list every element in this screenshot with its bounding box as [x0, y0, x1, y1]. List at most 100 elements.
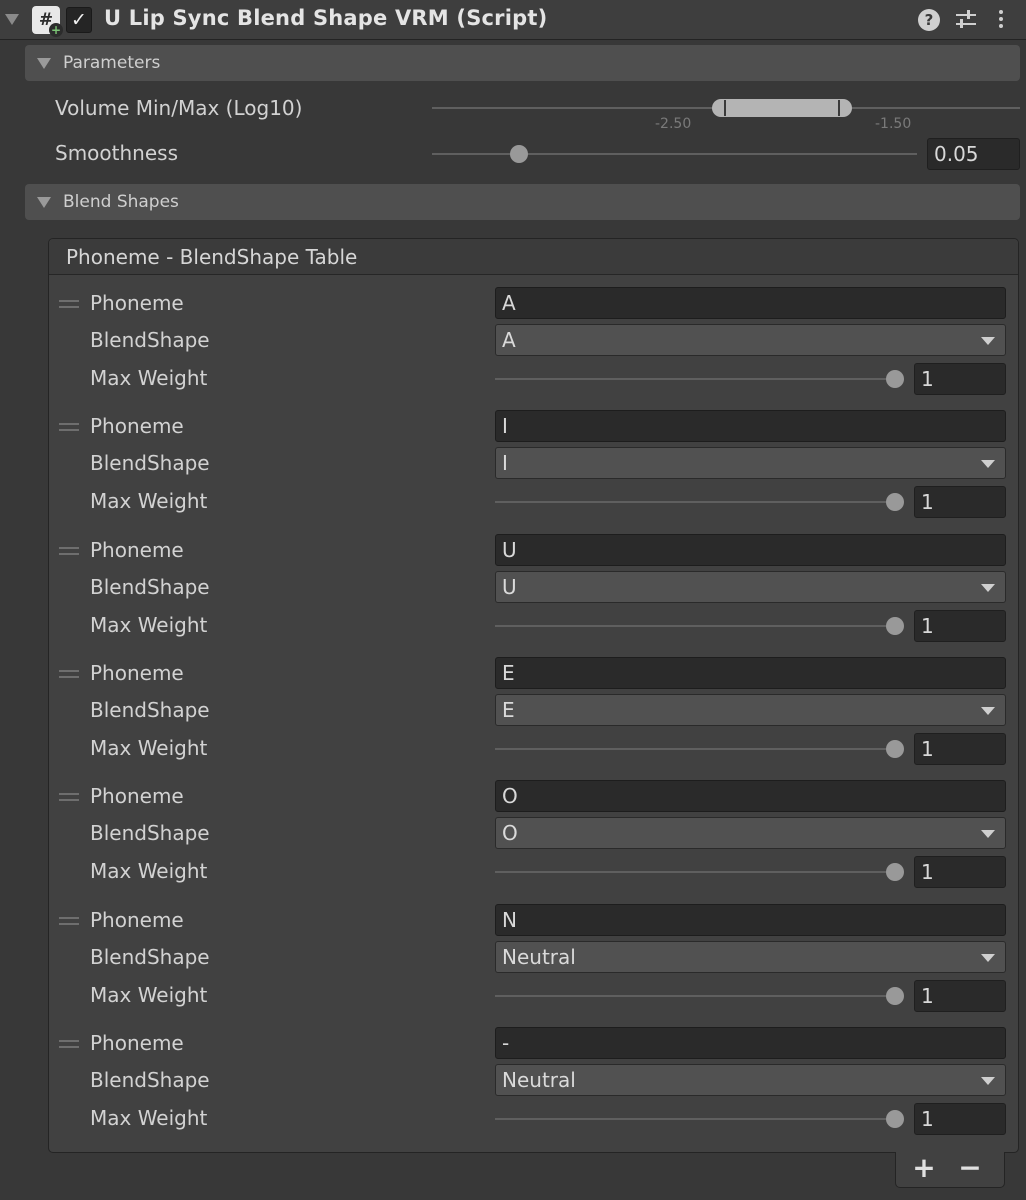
max-weight-label: Max Weight: [90, 735, 208, 760]
parameters-label: Parameters: [63, 53, 161, 73]
blendshape-label: BlendShape: [90, 697, 210, 722]
chevron-down-icon: [981, 460, 995, 469]
chevron-down-icon: [981, 706, 995, 715]
phoneme-label: Phoneme: [90, 907, 184, 932]
parameters-foldout[interactable]: Parameters: [25, 45, 1020, 81]
smoothness-field[interactable]: 0.05: [927, 138, 1020, 170]
max-weight-knob[interactable]: [886, 739, 904, 758]
blendshape-value: O: [502, 821, 518, 846]
max-weight-knob[interactable]: [886, 1109, 904, 1128]
max-weight-field[interactable]: 1: [914, 486, 1006, 519]
phoneme-label: Phoneme: [90, 537, 184, 562]
drag-handle-icon[interactable]: [59, 793, 79, 802]
blendshape-dropdown[interactable]: E: [495, 693, 1006, 726]
phoneme-input[interactable]: A: [495, 287, 1006, 319]
volume-min-value: -2.50: [655, 116, 692, 132]
phoneme-table: Phoneme - BlendShape Table Phoneme A Blend…: [48, 238, 1019, 1153]
table-title: Phoneme - BlendShape Table: [66, 245, 358, 269]
drag-handle-icon[interactable]: [59, 916, 79, 925]
chevron-down-icon: [981, 830, 995, 839]
blendshape-dropdown[interactable]: A: [495, 324, 1006, 356]
chevron-down-icon: [981, 583, 995, 592]
enabled-checkbox[interactable]: ✓: [66, 7, 92, 33]
add-entry-button[interactable]: +: [906, 1153, 942, 1185]
max-weight-track[interactable]: [495, 501, 895, 504]
volume-max-value: -1.50: [875, 116, 912, 132]
drag-handle-icon[interactable]: [59, 546, 79, 555]
drag-handle-icon[interactable]: [59, 669, 79, 678]
max-weight-track[interactable]: [495, 378, 895, 380]
smoothness-track[interactable]: [432, 153, 917, 155]
blendshape-label: BlendShape: [90, 1067, 210, 1092]
phoneme-input[interactable]: N: [495, 903, 1006, 936]
blend-shapes-foldout[interactable]: Blend Shapes: [25, 184, 1020, 220]
max-weight-field[interactable]: 1: [914, 979, 1006, 1012]
table-row: Phoneme U BlendShape U Max Weight 1: [49, 533, 1018, 644]
phoneme-label: Phoneme: [90, 784, 184, 809]
blendshape-value: I: [502, 451, 508, 476]
max-weight-track[interactable]: [495, 624, 895, 627]
phoneme-label: Phoneme: [90, 1030, 184, 1055]
max-weight-track[interactable]: [495, 1117, 895, 1120]
max-weight-field[interactable]: 1: [914, 856, 1006, 889]
table-row: Phoneme N BlendShape Neutral Max Weight 1: [49, 903, 1018, 1014]
volume-minmax-thumb[interactable]: [712, 99, 852, 117]
table-row: Phoneme E BlendShape E Max Weight 1: [49, 656, 1018, 767]
max-weight-label: Max Weight: [90, 1105, 208, 1130]
max-weight-track[interactable]: [495, 994, 895, 997]
blendshape-dropdown[interactable]: U: [495, 570, 1006, 603]
drag-handle-icon[interactable]: [59, 423, 79, 432]
blend-shapes-label: Blend Shapes: [63, 192, 179, 212]
blendshape-value: Neutral: [502, 1067, 576, 1092]
drag-handle-icon[interactable]: [59, 1039, 79, 1048]
drag-handle-icon[interactable]: [59, 300, 79, 308]
blendshape-dropdown[interactable]: O: [495, 817, 1006, 850]
max-weight-label: Max Weight: [90, 366, 208, 390]
max-weight-knob[interactable]: [886, 616, 904, 635]
phoneme-input[interactable]: I: [495, 410, 1006, 443]
max-weight-knob[interactable]: [886, 370, 904, 388]
max-weight-label: Max Weight: [90, 489, 208, 514]
table-header: Phoneme - BlendShape Table: [49, 239, 1018, 275]
max-weight-field[interactable]: 1: [914, 363, 1006, 395]
foldout-arrow-icon: [37, 197, 51, 208]
max-weight-field[interactable]: 1: [914, 732, 1006, 765]
phoneme-input[interactable]: O: [495, 780, 1006, 813]
table-row: Phoneme O BlendShape O Max Weight 1: [49, 780, 1018, 890]
max-weight-track[interactable]: [495, 747, 895, 750]
max-weight-label: Max Weight: [90, 982, 208, 1007]
max-weight-knob[interactable]: [886, 863, 904, 882]
smoothness-label: Smoothness: [55, 141, 178, 165]
blendshape-label: BlendShape: [90, 451, 210, 476]
table-row: Phoneme A BlendShape A Max Weight 1: [49, 287, 1018, 397]
phoneme-input[interactable]: E: [495, 656, 1006, 689]
remove-entry-button[interactable]: −: [952, 1153, 988, 1185]
settings-icon[interactable]: [954, 7, 978, 33]
chevron-down-icon: [981, 953, 995, 962]
blendshape-dropdown[interactable]: Neutral: [495, 1063, 1006, 1096]
blendshape-dropdown[interactable]: I: [495, 447, 1006, 480]
component-title: U Lip Sync Blend Shape VRM (Script): [104, 6, 548, 30]
max-weight-track[interactable]: [495, 871, 895, 874]
help-icon[interactable]: ?: [918, 9, 940, 31]
max-weight-field[interactable]: 1: [914, 609, 1006, 642]
blendshape-label: BlendShape: [90, 328, 210, 352]
phoneme-input[interactable]: -: [495, 1026, 1006, 1059]
blendshape-dropdown[interactable]: Neutral: [495, 940, 1006, 973]
more-icon[interactable]: [993, 7, 1009, 33]
chevron-down-icon: [981, 337, 995, 345]
table-row: Phoneme - BlendShape Neutral Max Weight 1: [49, 1026, 1018, 1137]
collapse-arrow-icon[interactable]: [5, 14, 19, 25]
max-weight-field[interactable]: 1: [914, 1102, 1006, 1135]
phoneme-input[interactable]: U: [495, 533, 1006, 566]
phoneme-label: Phoneme: [90, 291, 184, 315]
max-weight-label: Max Weight: [90, 612, 208, 637]
component-header[interactable]: # + ✓ U Lip Sync Blend Shape VRM (Script)…: [0, 0, 1026, 40]
max-weight-knob[interactable]: [886, 493, 904, 512]
blendshape-value: A: [502, 328, 516, 352]
smoothness-knob[interactable]: [510, 145, 528, 163]
phoneme-label: Phoneme: [90, 414, 184, 439]
table-row: Phoneme I BlendShape I Max Weight 1: [49, 410, 1018, 520]
list-footer: + −: [895, 1152, 1005, 1188]
max-weight-knob[interactable]: [886, 986, 904, 1005]
